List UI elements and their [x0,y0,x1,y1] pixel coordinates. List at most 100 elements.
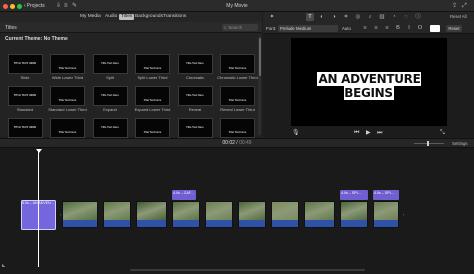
tab-transitions[interactable]: Transitions [161,14,188,20]
color-correction-icon[interactable]: ◑ [330,13,338,21]
clip-audio-waveform [239,220,265,227]
title-tile[interactable]: Title Text Here [177,86,213,106]
title-tile[interactable]: Title Text Here [92,86,128,106]
text-color-swatch[interactable] [430,25,440,32]
title-tile[interactable]: Title Text Here [50,86,85,106]
noise-reduction-icon[interactable]: ▥ [378,13,386,21]
clip-thumbnail [137,202,166,222]
font-size-select[interactable]: Auto [342,26,351,31]
timeline-settings-button[interactable]: Settings [452,141,468,146]
current-time: 00:02 [222,140,235,146]
tile-preview-text: Title Text Here [58,99,77,102]
timeline-scroll-thumb[interactable] [130,269,365,271]
clip-audio-waveform [305,220,334,227]
title-tile-label: Reveal [188,107,202,112]
title-tile[interactable]: Title Text Here [177,54,213,74]
italic-icon[interactable]: I [405,24,413,32]
preview-title-text[interactable]: AN ADVENTURE BEGINS [317,72,421,100]
reset-button[interactable]: Reset [446,25,462,32]
title-tile[interactable]: Title Text Here [135,54,170,74]
clip-thumbnail [305,202,334,222]
title-tile[interactable]: Title Text Here [135,86,170,106]
title-tile-label: Standard Lower Third [48,107,87,112]
video-clip[interactable] [340,201,368,228]
tab-my-media[interactable]: My Media [78,14,103,20]
stabilization-icon[interactable]: ◎ [354,13,362,21]
tile-preview-text: Title Text Here [228,131,247,134]
volume-icon[interactable]: ♪ [366,13,374,21]
tile-preview-text: Title Text Here [186,62,204,65]
video-clip[interactable] [205,201,233,228]
color-balance-icon[interactable]: ◐ [318,13,326,21]
search-field[interactable]: ⌕ Search [222,24,258,31]
microphone-icon[interactable]: 🎙 [292,129,300,137]
video-clip[interactable] [373,201,399,228]
info-icon[interactable]: ⓘ [414,13,422,21]
fullscreen-preview-icon[interactable]: ⤡ [440,129,445,137]
bold-icon[interactable]: B [394,24,402,32]
reset-all-button[interactable]: Reset All [450,14,467,19]
video-clip[interactable] [304,201,335,228]
skip-back-icon[interactable]: ⏮ [354,129,359,137]
title-tile[interactable]: Title Text Here [220,118,255,138]
fullscreen-icon[interactable]: ⤢ [462,2,467,10]
zoom-slider-knob[interactable] [427,141,429,146]
tile-preview-text: Title Text Here [143,99,162,102]
video-clip[interactable] [172,201,200,228]
zoom-slider-track[interactable] [414,143,444,144]
tile-preview-text: TITLE TEXT HERE [13,126,37,129]
title-text-icon[interactable]: T [306,13,314,21]
title-tile-label: Split Lower Third [137,75,168,80]
title-tile[interactable]: Title Text Here [92,118,128,138]
playhead[interactable] [38,152,39,268]
title-tile[interactable]: Title Text Here [50,118,85,138]
clip-audio-waveform [272,220,298,227]
play-icon[interactable]: ▶ [366,129,371,137]
outline-icon[interactable]: O [416,24,424,32]
search-placeholder: Search [228,25,243,30]
video-clip[interactable] [62,201,98,228]
current-theme-label: Current Theme: No Theme [5,36,68,42]
title-tile[interactable]: TITLE TEXT HERE [7,118,43,138]
align-right-icon[interactable]: ≡ [383,24,391,32]
transition-marker[interactable]: ‹ [60,212,62,217]
tab-audio[interactable]: Audio [103,14,119,20]
video-clip[interactable] [271,201,299,228]
title-tile[interactable]: TITLE TEXT HERE [7,86,43,106]
title-tile[interactable]: Title Text Here [177,118,213,138]
title-clip[interactable]: 4.0s – CAF... [172,190,196,200]
font-select[interactable]: Prelude Medium [278,25,338,32]
crop-icon[interactable]: ⌗ [342,13,350,21]
skip-forward-icon[interactable]: ⏭ [377,129,382,137]
tile-preview-text: Title Text Here [186,126,204,129]
title-clip[interactable]: 4.0s – SPL... [373,190,399,200]
align-center-icon[interactable]: ≡ [372,24,380,32]
title-tile[interactable]: Title Text Here [220,54,255,74]
tab-titles[interactable]: Titles [119,14,135,20]
title-tile[interactable]: Title Text Here [50,54,85,74]
tile-preview-text: Title Text Here [101,62,119,65]
title-clip[interactable]: 4.0s – SPL... [340,190,368,200]
speed-icon[interactable]: ◔ [390,13,398,21]
clip-filter-icon[interactable]: ◌ [402,13,410,21]
share-icon[interactable]: ⇪ [452,2,457,10]
tile-preview-text: Title Text Here [58,67,77,70]
title-tile[interactable]: Title Text Here [92,54,128,74]
align-left-icon[interactable]: ≡ [361,24,369,32]
clip-audio-waveform [173,220,199,227]
title-tile[interactable]: Title Text Here [135,118,170,138]
video-clip[interactable] [238,201,266,228]
video-clip[interactable] [136,201,167,228]
clip-thumbnail [374,202,398,222]
video-clip[interactable] [103,201,131,228]
browser-scroll-thumb[interactable] [258,38,261,76]
title-tile-label: Wide Lower Third [51,75,84,80]
title-tile[interactable]: Title Text Here [220,86,255,106]
magic-wand-icon[interactable]: ✦ [268,13,276,21]
title-tile-label: Standard [16,107,34,112]
title-tile[interactable]: TITLE TEXT HERE [7,54,43,74]
title-tile-label: Slide [20,75,30,80]
transition-marker[interactable]: › [403,212,405,217]
preview-title-overlay[interactable]: AN ADVENTURE BEGINS [291,72,447,100]
clip-audio-waveform [341,220,367,227]
